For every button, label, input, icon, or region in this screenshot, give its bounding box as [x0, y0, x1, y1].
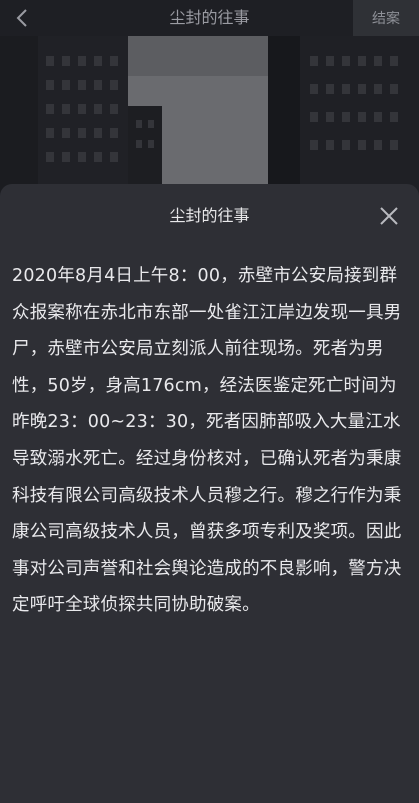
close-case-button[interactable]: 结案: [353, 0, 419, 36]
close-icon: [380, 207, 398, 225]
sheet-header: 尘封的往事: [0, 184, 419, 248]
story-text: 2020年8月4日上午8：00，赤壁市公安局接到群众报案称在赤北市东部一处雀江江…: [12, 266, 402, 616]
close-button[interactable]: [377, 204, 401, 228]
sheet-title: 尘封的往事: [169, 206, 250, 225]
top-bar: 尘封的往事 结案: [0, 0, 419, 36]
story-sheet: 尘封的往事 2020年8月4日上午8：00，赤壁市公安局接到群众报案称在赤北市东…: [0, 184, 419, 803]
